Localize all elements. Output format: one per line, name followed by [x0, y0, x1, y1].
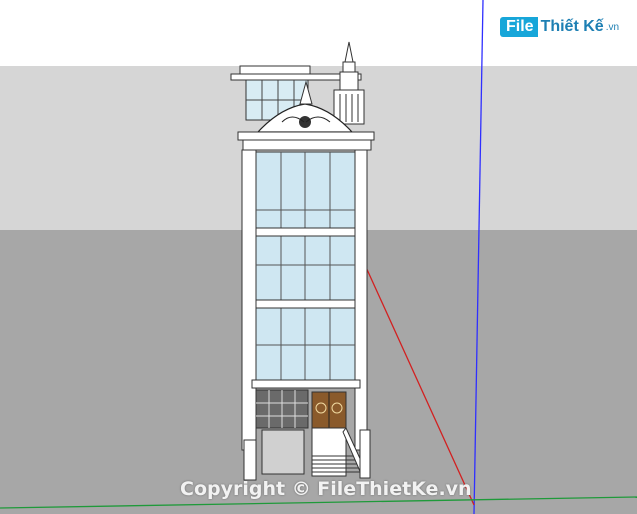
model-viewport[interactable]: File Thiết Kế .vn Copyright © FileThietK…: [0, 0, 637, 514]
floor-band-1: [255, 227, 356, 237]
right-column: [354, 149, 368, 451]
red-axis-line: [364, 264, 475, 506]
logo-domain-text: .vn: [605, 21, 620, 33]
logo-file-text: File: [500, 17, 538, 37]
left-column: [241, 149, 257, 451]
logo-brand-text: Thiết Kế: [540, 18, 604, 35]
blue-axis-line: [473, 0, 484, 514]
site-logo: File Thiết Kế .vn: [500, 14, 619, 40]
floor-band-2: [255, 299, 356, 309]
right-base-pier: [359, 429, 371, 479]
upper-cornice: [237, 131, 375, 141]
roof-parapet: [239, 65, 311, 75]
spire-top: [344, 41, 354, 63]
copyright-watermark: Copyright © FileThietKe.vn: [180, 478, 472, 500]
garage-opening: [261, 429, 305, 475]
ground-cornice: [251, 379, 361, 389]
building-model[interactable]: [0, 0, 637, 514]
left-base-pier: [243, 439, 257, 481]
ornament-medallion: [299, 116, 311, 128]
